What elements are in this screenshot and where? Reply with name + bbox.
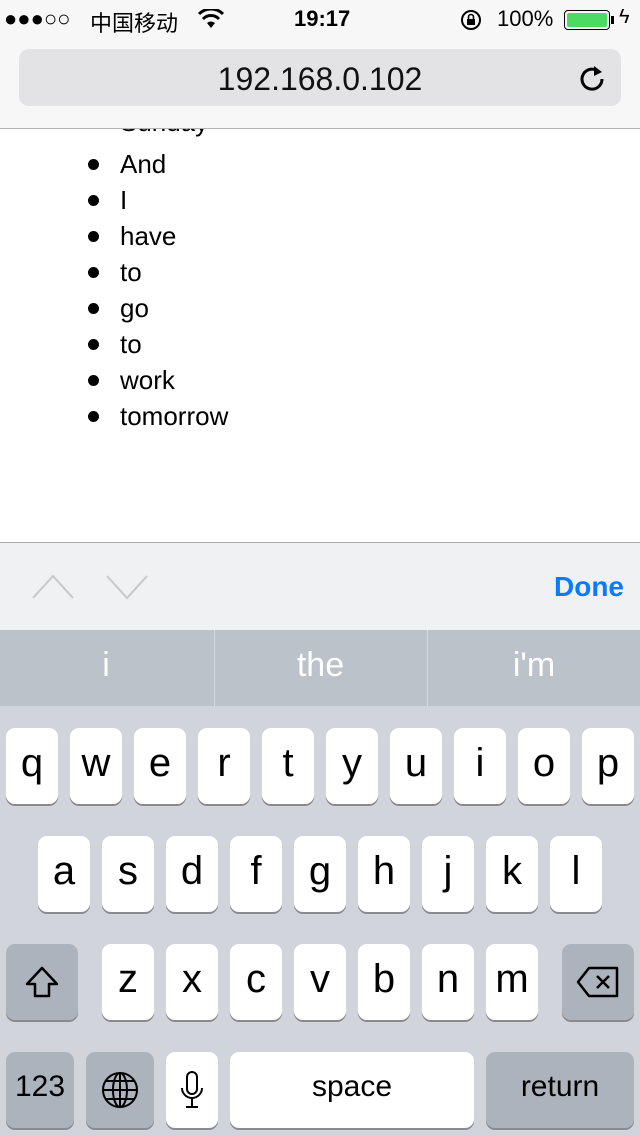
key-h[interactable]: h [358, 836, 410, 912]
key-b[interactable]: b [358, 944, 410, 1020]
charging-icon: ϟ [619, 6, 630, 28]
key-l[interactable]: l [550, 836, 602, 912]
battery-percent: 100% [497, 6, 554, 31]
return-key[interactable]: return [486, 1052, 634, 1128]
key-m[interactable]: m [486, 944, 538, 1020]
key-x[interactable]: x [166, 944, 218, 1020]
list-item: work [88, 362, 175, 398]
key-o[interactable]: o [518, 728, 570, 804]
space-key[interactable]: space [230, 1052, 474, 1128]
chevron-up-icon[interactable] [30, 573, 76, 601]
key-p[interactable]: p [582, 728, 634, 804]
key-k[interactable]: k [486, 836, 538, 912]
microphone-key[interactable] [166, 1052, 218, 1128]
prediction-3[interactable]: i'm [427, 630, 640, 706]
globe-icon [102, 1072, 138, 1108]
key-z[interactable]: z [102, 944, 154, 1020]
key-y[interactable]: y [326, 728, 378, 804]
key-j[interactable]: j [422, 836, 474, 912]
key-u[interactable]: u [390, 728, 442, 804]
key-f[interactable]: f [230, 836, 282, 912]
prediction-1[interactable]: i [0, 630, 212, 706]
prediction-2[interactable]: the [214, 630, 426, 706]
key-w[interactable]: w [70, 728, 122, 804]
microphone-icon [181, 1071, 203, 1108]
key-s[interactable]: s [102, 836, 154, 912]
numbers-key[interactable]: 123 [6, 1052, 74, 1128]
battery-icon [564, 10, 610, 30]
signal-strength: ●●●○○ [4, 6, 71, 31]
key-c[interactable]: c [230, 944, 282, 1020]
key-v[interactable]: v [294, 944, 346, 1020]
key-n[interactable]: n [422, 944, 474, 1020]
done-button[interactable]: Done [554, 571, 624, 603]
list-item: go [88, 290, 149, 326]
key-e[interactable]: e [134, 728, 186, 804]
list-item: tomorrow [87, 398, 228, 434]
safari-top-bar: ●●●○○ 中国移动 19:17 100% ϟ 192.168.0.102 [0, 0, 640, 129]
carrier-name: 中国移动 [90, 11, 179, 36]
key-r[interactable]: r [198, 728, 250, 804]
chevron-down-icon[interactable] [104, 573, 150, 601]
delete-key[interactable] [562, 944, 634, 1020]
wifi-icon [198, 9, 224, 28]
list-item: to [88, 254, 142, 290]
key-g[interactable]: g [294, 836, 346, 912]
list-item: to [88, 326, 142, 362]
shift-key[interactable] [6, 944, 78, 1020]
reload-icon[interactable] [577, 63, 607, 93]
list-item: And [87, 146, 166, 182]
key-d[interactable]: d [166, 836, 218, 912]
rotation-lock-icon [461, 10, 481, 30]
key-i[interactable]: i [454, 728, 506, 804]
key-t[interactable]: t [262, 728, 314, 804]
list-item: I [86, 182, 127, 218]
predictive-bar: i the i'm [0, 630, 640, 706]
list-item: have [87, 218, 176, 254]
key-q[interactable]: q [6, 728, 58, 804]
url-text: 192.168.0.102 [217, 61, 423, 97]
form-accessory-bar: Done [0, 542, 640, 630]
keyboard: 123 space return qwertyuiop asdfghjkl zxcv… [0, 706, 640, 1136]
globe-key[interactable] [86, 1052, 154, 1128]
key-a[interactable]: a [38, 836, 90, 912]
clock: 19:17 [294, 6, 351, 31]
address-bar[interactable]: 192.168.0.102 [19, 49, 621, 106]
